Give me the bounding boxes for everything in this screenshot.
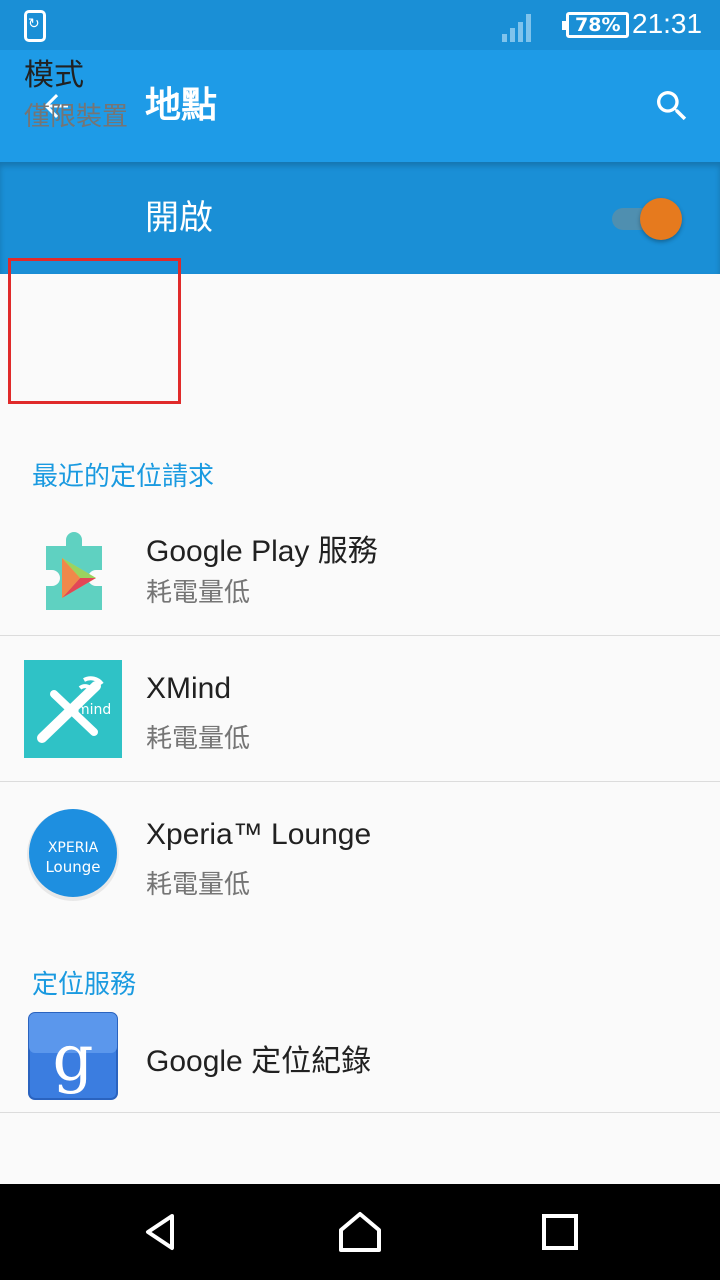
recent-requests-header: 最近的定位請求 (32, 462, 215, 492)
search-button[interactable] (646, 80, 698, 132)
app-name: Xperia™ Lounge (146, 818, 372, 851)
location-toggle[interactable] (612, 198, 682, 240)
toggle-thumb (640, 198, 682, 240)
navigation-bar (0, 1184, 720, 1280)
xmind-icon: mind (24, 660, 122, 758)
google-g-letter: g (53, 1022, 94, 1096)
sync-icon (24, 10, 46, 42)
search-icon (657, 91, 687, 121)
master-switch-label: 開啟 (145, 198, 213, 238)
page-title: 地點 (145, 85, 218, 126)
status-bar: 78% 21:31 (0, 0, 720, 50)
xperia-lounge-icon: XPERIA Lounge (27, 809, 119, 901)
list-item-google-location-history[interactable]: g Google 定位紀錄 (0, 1000, 720, 1113)
xperia-icon-text: XPERIA (48, 840, 99, 856)
nav-recents-button[interactable] (530, 1202, 590, 1262)
google-location-history-icon: g (28, 1012, 118, 1100)
app-name: Google Play 服務 (146, 535, 378, 568)
battery-level: 78% (575, 14, 621, 36)
lounge-icon-text: Lounge (45, 858, 100, 876)
mode-title[interactable]: 模式 (24, 50, 84, 94)
list-item-xmind[interactable]: mind XMind 耗電量低 (0, 636, 720, 782)
location-services-header: 定位服務 (32, 970, 137, 1000)
svg-text:mind: mind (76, 702, 111, 718)
mode-highlight-box (8, 258, 181, 404)
app-name: XMind (146, 672, 232, 705)
app-usage: 耗電量低 (146, 870, 251, 900)
app-usage: 耗電量低 (146, 724, 251, 754)
nav-home-button[interactable] (330, 1202, 390, 1262)
nav-back-icon (146, 1214, 174, 1250)
list-item-xperia-lounge[interactable]: XPERIA Lounge Xperia™ Lounge 耗電量低 (0, 782, 720, 928)
list-item-google-play-services[interactable]: Google Play 服務 耗電量低 (0, 490, 720, 636)
nav-recents-icon (542, 1214, 578, 1250)
signal-icon (502, 14, 531, 42)
battery-icon: 78% (561, 12, 630, 38)
nav-home-icon (339, 1212, 381, 1252)
clock: 21:31 (632, 8, 703, 39)
app-name: Google 定位紀錄 (146, 1045, 372, 1078)
app-usage: 耗電量低 (146, 578, 251, 608)
nav-back-button[interactable] (130, 1202, 190, 1262)
google-play-services-icon (46, 532, 102, 610)
mode-value: 僅限裝置 (24, 102, 129, 132)
